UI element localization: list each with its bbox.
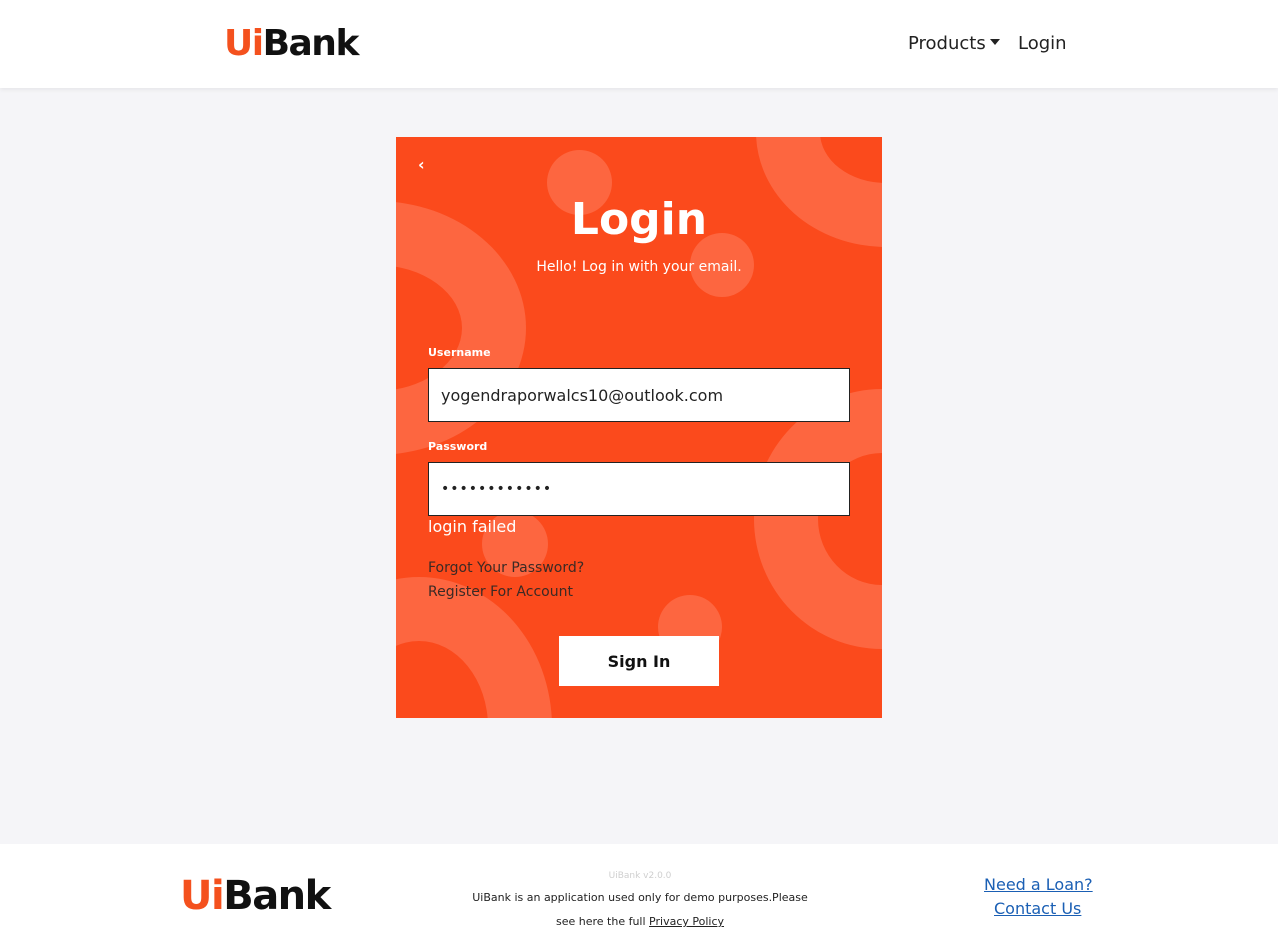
login-subtitle: Hello! Log in with your email.: [536, 259, 742, 275]
username-input[interactable]: [428, 368, 850, 422]
footer-description-prefix: see here the full: [555, 915, 650, 928]
logo-bank-text: Bank: [262, 23, 360, 64]
footer: UiBank UiBank v2.0.0 UiBank is an applic…: [0, 844, 1278, 944]
products-label: Products: [908, 33, 986, 54]
sign-in-button[interactable]: Sign In: [559, 636, 719, 686]
username-label: Username: [428, 346, 491, 359]
login-title: Login: [570, 194, 708, 245]
uibank-logo[interactable]: UiBank: [224, 23, 360, 64]
nav-login-link[interactable]: Login: [1018, 32, 1067, 56]
forgot-password-link[interactable]: Forgot Your Password?: [428, 559, 584, 577]
back-arrow-icon[interactable]: ‹: [418, 155, 425, 174]
footer-uibank-logo: UiBank: [180, 873, 331, 919]
need-a-loan-link[interactable]: Need a Loan?: [984, 874, 1093, 896]
footer-description-line1: UiBank is an application used only for d…: [472, 891, 808, 904]
top-navbar: UiBank Products Login: [0, 0, 1278, 88]
password-label: Password: [428, 440, 488, 453]
footer-logo-ui-text: Ui: [180, 873, 225, 919]
privacy-policy-link[interactable]: Privacy Policy: [649, 915, 724, 928]
login-card: ‹ Login Hello! Log in with your email. U…: [396, 137, 882, 718]
footer-description-line2: see here the full Privacy Policy: [440, 910, 840, 934]
login-error-message: login failed: [428, 517, 517, 536]
app-version: UiBank v2.0.0: [608, 871, 672, 881]
register-account-link[interactable]: Register For Account: [428, 583, 573, 601]
footer-logo-bank-text: Bank: [223, 873, 331, 919]
contact-us-link[interactable]: Contact Us: [994, 898, 1081, 920]
password-input[interactable]: [428, 462, 850, 516]
footer-description: UiBank is an application used only for d…: [440, 886, 840, 934]
caret-down-icon: [989, 39, 1000, 45]
products-dropdown[interactable]: Products: [908, 32, 1000, 56]
logo-ui-text: Ui: [224, 23, 264, 64]
decor-ring-right: [754, 389, 882, 649]
